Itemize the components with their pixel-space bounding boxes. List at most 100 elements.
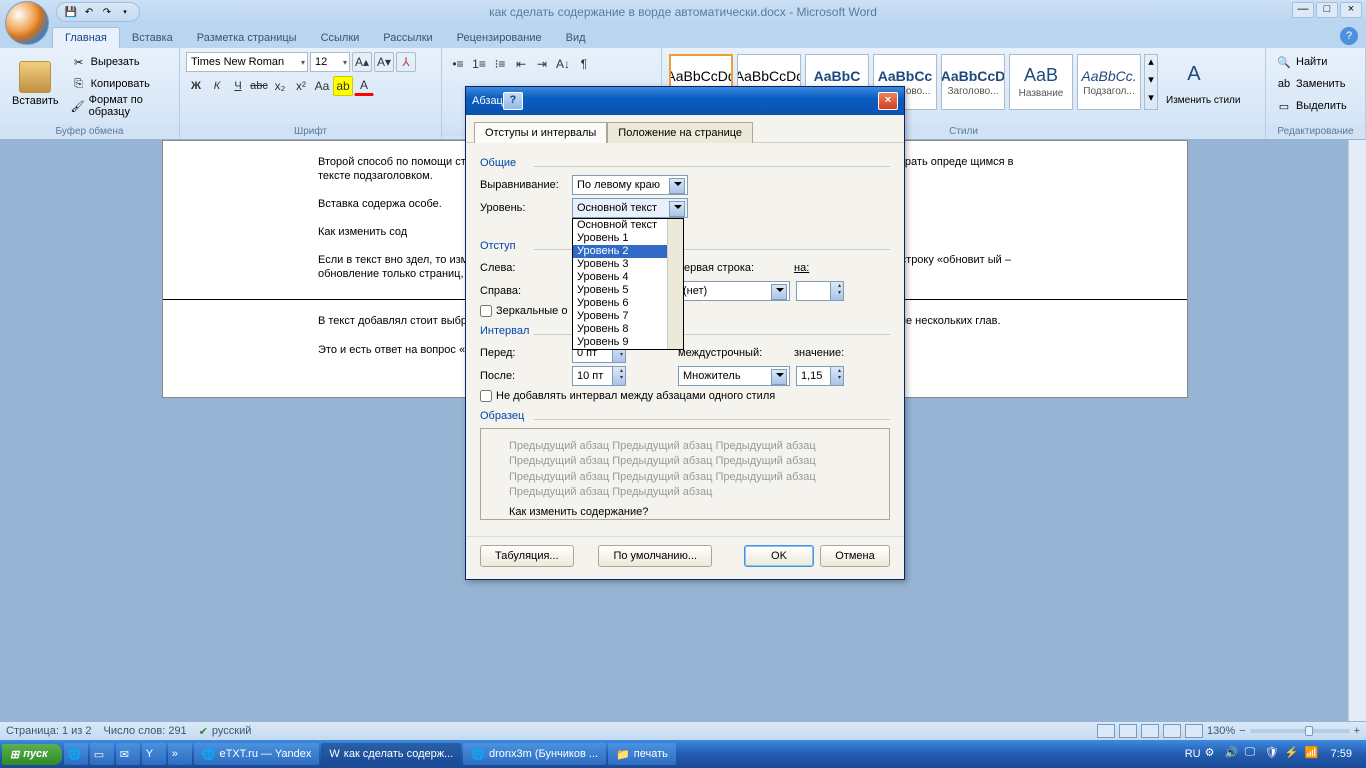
tray-icon[interactable]: ⚙ — [1205, 746, 1221, 762]
line-value-spinner[interactable]: 1,15▴▾ — [796, 366, 844, 386]
ok-button[interactable]: OK — [744, 545, 814, 567]
tab-layout[interactable]: Разметка страницы — [185, 28, 309, 48]
dialog-close-button[interactable]: × — [878, 92, 898, 110]
after-spinner[interactable]: 10 пт▴▾ — [572, 366, 626, 386]
start-button[interactable]: ⊞пуск — [2, 744, 62, 765]
quicklaunch-item[interactable]: 🌐 — [64, 743, 88, 765]
tray-icon[interactable]: ⚡ — [1285, 746, 1301, 762]
first-line-combo[interactable]: (нет) — [678, 281, 790, 301]
dialog-titlebar[interactable]: Абзац ? × — [466, 87, 904, 115]
level-combo[interactable]: Основной текст — [572, 198, 688, 218]
mirror-checkbox[interactable] — [480, 305, 492, 317]
dialog-tab-indents[interactable]: Отступы и интервалы — [474, 122, 607, 143]
strike-button[interactable]: abc — [249, 76, 269, 96]
font-name-combo[interactable]: Times New Roman — [186, 52, 308, 72]
help-icon[interactable]: ? — [1340, 27, 1358, 45]
view-web[interactable] — [1141, 724, 1159, 738]
font-color-button[interactable]: A — [354, 76, 374, 96]
qat-dropdown-icon[interactable]: ▾ — [117, 4, 133, 20]
quicklaunch-item[interactable]: » — [168, 743, 192, 765]
grow-font-icon[interactable]: A▴ — [352, 52, 372, 72]
redo-icon[interactable]: ↷ — [99, 4, 115, 20]
clear-format-icon[interactable]: ⅄ — [396, 52, 416, 72]
alignment-combo[interactable]: По левому краю — [572, 175, 688, 195]
copy-button[interactable]: ⎘Копировать — [67, 74, 173, 94]
tabs-button[interactable]: Табуляция... — [480, 545, 574, 567]
office-button[interactable] — [5, 1, 49, 45]
underline-button[interactable]: Ч — [228, 76, 248, 96]
defaults-button[interactable]: По умолчанию... — [598, 545, 712, 567]
show-marks-icon[interactable]: ¶ — [574, 54, 594, 74]
tab-insert[interactable]: Вставка — [120, 28, 185, 48]
tray-icon[interactable]: 🛡 — [1265, 746, 1281, 762]
view-print-layout[interactable] — [1097, 724, 1115, 738]
zoom-thumb[interactable] — [1305, 726, 1313, 736]
taskbar-item[interactable]: 🌐eTXT.ru — Yandex — [194, 743, 320, 765]
sort-icon[interactable]: A↓ — [553, 54, 573, 74]
cancel-button[interactable]: Отмена — [820, 545, 890, 567]
line-spacing-combo[interactable]: Множитель — [678, 366, 790, 386]
format-painter-button[interactable]: 🖌Формат по образцу — [67, 96, 173, 116]
noadd-checkbox[interactable] — [480, 390, 492, 402]
tray-icon[interactable]: 📶 — [1305, 746, 1321, 762]
quicklaunch-item[interactable]: Y — [142, 743, 166, 765]
dropdown-scrollbar[interactable] — [667, 219, 683, 349]
style-item[interactable]: AaBНазвание — [1009, 54, 1073, 110]
cut-button[interactable]: ✂Вырезать — [67, 52, 173, 72]
shrink-font-icon[interactable]: A▾ — [374, 52, 394, 72]
zoom-slider[interactable] — [1250, 729, 1350, 733]
italic-button[interactable]: К — [207, 76, 227, 96]
tab-view[interactable]: Вид — [554, 28, 598, 48]
dialog-help-button[interactable]: ? — [503, 92, 523, 110]
zoom-in-button[interactable]: + — [1354, 725, 1360, 737]
status-page[interactable]: Страница: 1 из 2 — [6, 725, 92, 737]
tab-mailings[interactable]: Рассылки — [371, 28, 444, 48]
vertical-scrollbar[interactable] — [1348, 140, 1366, 721]
indent-inc-icon[interactable]: ⇥ — [532, 54, 552, 74]
tab-references[interactable]: Ссылки — [309, 28, 372, 48]
find-button[interactable]: 🔍Найти — [1272, 52, 1351, 72]
style-item[interactable]: AaBbCcDЗаголово... — [941, 54, 1005, 110]
zoom-value[interactable]: 130% — [1207, 725, 1235, 737]
status-lang[interactable]: ✔русский — [199, 725, 252, 738]
change-styles-button[interactable]: A Изменить стили — [1160, 52, 1246, 116]
view-outline[interactable] — [1163, 724, 1181, 738]
quicklaunch-item[interactable]: ✉ — [116, 743, 140, 765]
taskbar-item[interactable]: 🌐dronx3m (Бунчиков ... — [463, 743, 606, 765]
superscript-button[interactable]: x² — [291, 76, 311, 96]
bullets-icon[interactable]: •≡ — [448, 54, 468, 74]
case-button[interactable]: Aa — [312, 76, 332, 96]
close-button[interactable]: × — [1340, 2, 1362, 18]
bold-button[interactable]: Ж — [186, 76, 206, 96]
tab-home[interactable]: Главная — [52, 27, 120, 48]
status-words[interactable]: Число слов: 291 — [104, 725, 187, 737]
view-fullscreen[interactable] — [1119, 724, 1137, 738]
tray-icon[interactable]: 🖵 — [1245, 746, 1261, 762]
tab-review[interactable]: Рецензирование — [445, 28, 554, 48]
by-spinner[interactable]: ▴▾ — [796, 281, 844, 301]
select-button[interactable]: ▭Выделить — [1272, 96, 1351, 116]
undo-icon[interactable]: ↶ — [81, 4, 97, 20]
clock[interactable]: 7:59 — [1325, 748, 1358, 760]
taskbar-item[interactable]: 📁печать — [608, 743, 676, 765]
replace-button[interactable]: abЗаменить — [1272, 74, 1351, 94]
style-gallery-up[interactable]: ▴ — [1145, 55, 1157, 73]
multilevel-icon[interactable]: ⁝≡ — [490, 54, 510, 74]
minimize-button[interactable]: — — [1292, 2, 1314, 18]
maximize-button[interactable]: □ — [1316, 2, 1338, 18]
style-gallery-more[interactable]: ▾ — [1145, 91, 1157, 109]
taskbar-item[interactable]: Wкак сделать содерж... — [321, 743, 461, 765]
save-icon[interactable]: 💾 — [63, 4, 79, 20]
style-gallery-down[interactable]: ▾ — [1145, 73, 1157, 91]
subscript-button[interactable]: x₂ — [270, 76, 290, 96]
zoom-out-button[interactable]: − — [1239, 725, 1245, 737]
dialog-tab-position[interactable]: Положение на странице — [607, 122, 753, 143]
tray-icon[interactable]: 🔊 — [1225, 746, 1241, 762]
numbering-icon[interactable]: 1≡ — [469, 54, 489, 74]
view-draft[interactable] — [1185, 724, 1203, 738]
font-size-combo[interactable]: 12 — [310, 52, 350, 72]
indent-dec-icon[interactable]: ⇤ — [511, 54, 531, 74]
style-item[interactable]: AaBbCc.Подзагол... — [1077, 54, 1141, 110]
quicklaunch-item[interactable]: ▭ — [90, 743, 114, 765]
lang-indicator[interactable]: RU — [1185, 748, 1201, 760]
